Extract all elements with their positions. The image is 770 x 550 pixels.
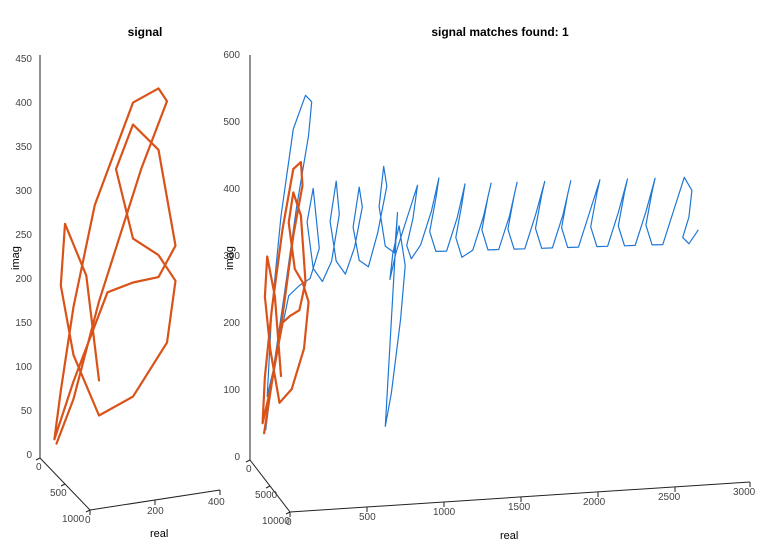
left-xtick: 400 — [208, 497, 225, 508]
left-ytick: 400 — [15, 98, 32, 109]
right-xtick: 1500 — [508, 502, 530, 513]
right-signal-lines — [250, 55, 755, 465]
figure: signal 0 50 100 150 200 250 300 350 400 … — [10, 20, 760, 540]
left-xlabel: real — [150, 528, 168, 540]
right-ytick: 600 — [223, 50, 240, 61]
right-ytick: 400 — [223, 184, 240, 195]
left-ytick: 250 — [15, 230, 32, 241]
right-xtick: 2500 — [658, 492, 680, 503]
right-xtick: 2000 — [583, 497, 605, 508]
left-ytick: 350 — [15, 142, 32, 153]
left-ytick: 50 — [21, 406, 32, 417]
right-xtick: 500 — [359, 512, 376, 523]
left-ytick: 150 — [15, 318, 32, 329]
left-ytick: 450 — [15, 54, 32, 65]
left-ytick: 300 — [15, 186, 32, 197]
right-ytick: 100 — [223, 385, 240, 396]
left-xtick: 200 — [147, 506, 164, 517]
left-ztick: 0 — [36, 462, 42, 473]
right-ztick: 5000 — [255, 490, 277, 501]
left-title: signal — [80, 25, 210, 39]
left-xtick: 0 — [85, 515, 91, 526]
right-ytick: 0 — [234, 452, 240, 463]
left-ylabel: imag — [10, 246, 22, 270]
left-signal-line — [40, 55, 225, 460]
right-ytick: 200 — [223, 318, 240, 329]
left-ztick: 1000 — [62, 514, 84, 525]
right-ztick: 0 — [246, 464, 252, 475]
left-ytick: 200 — [15, 274, 32, 285]
right-ztick: 10000 — [262, 516, 290, 527]
right-ytick: 500 — [223, 117, 240, 128]
right-xlabel: real — [500, 530, 518, 542]
left-ytick: 100 — [15, 362, 32, 373]
left-ytick: 0 — [26, 450, 32, 461]
right-title: signal matches found: 1 — [310, 25, 690, 39]
left-ztick: 500 — [50, 488, 67, 499]
right-xtick: 1000 — [433, 507, 455, 518]
right-xtick: 3000 — [733, 487, 755, 498]
right-ylabel: imag — [224, 246, 236, 270]
